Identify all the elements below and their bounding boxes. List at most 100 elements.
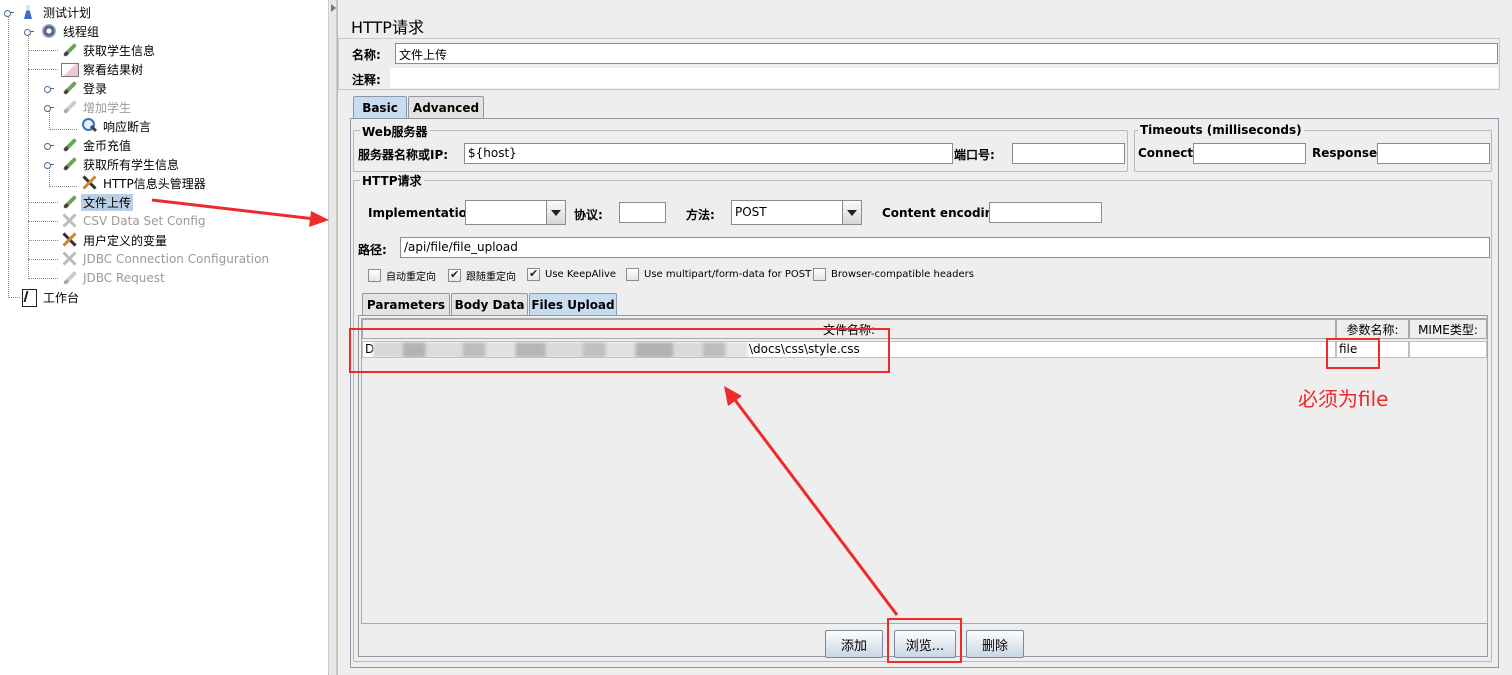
follow-redirect-checkbox[interactable]: 跟随重定向 bbox=[448, 268, 516, 283]
tab-files-upload[interactable]: Files Upload bbox=[529, 293, 617, 315]
tree-node-label: 线程组 bbox=[63, 24, 100, 39]
web-server-legend: Web服务器 bbox=[360, 123, 430, 140]
tree-connector bbox=[8, 297, 20, 298]
add-button[interactable]: 添加 bbox=[825, 630, 883, 658]
method-value: POST bbox=[735, 205, 767, 219]
path-label: 路径: bbox=[358, 243, 387, 257]
tree-node-label: 察看结果树 bbox=[83, 62, 144, 77]
name-input[interactable]: 文件上传 bbox=[395, 43, 1498, 64]
server-label: 服务器名称或IP: bbox=[358, 148, 449, 162]
pipette-icon bbox=[60, 79, 78, 97]
response-input[interactable] bbox=[1377, 143, 1490, 164]
expand-toggle-icon[interactable] bbox=[44, 160, 54, 169]
tree-node-label: 获取所有学生信息 bbox=[83, 157, 180, 172]
comment-label: 注释: bbox=[352, 73, 381, 87]
keepalive-checkbox[interactable]: Use KeepAlive bbox=[527, 267, 617, 281]
column-header-mime-type[interactable]: MIME类型: bbox=[1409, 319, 1487, 339]
content-encoding-input[interactable] bbox=[989, 202, 1102, 223]
tree-node-user-defined-variables[interactable]: 用户定义的变量 bbox=[60, 231, 169, 249]
implementation-label: Implementation: bbox=[368, 206, 481, 220]
tree-node-label: 用户定义的变量 bbox=[83, 233, 168, 248]
tab-body-data[interactable]: Body Data bbox=[451, 293, 528, 315]
tree-node-csv-data-set-config[interactable]: CSV Data Set Config bbox=[60, 212, 208, 230]
delete-button[interactable]: 删除 bbox=[966, 630, 1024, 658]
pipette-icon bbox=[60, 41, 78, 59]
method-select[interactable]: POST bbox=[731, 200, 862, 225]
tree-node-http-header-manager[interactable]: HTTP信息头管理器 bbox=[80, 174, 208, 192]
connect-input[interactable] bbox=[1193, 143, 1306, 164]
checkbox-box[interactable] bbox=[448, 268, 461, 282]
implementation-select[interactable] bbox=[465, 200, 566, 225]
tab-basic[interactable]: Basic bbox=[353, 96, 407, 118]
tree-node-response-assertion[interactable]: 响应断言 bbox=[80, 117, 153, 135]
tree-connector bbox=[28, 50, 58, 51]
content-encoding-label: Content encoding: bbox=[882, 206, 1007, 220]
tree-node-view-results-tree[interactable]: 察看结果树 bbox=[60, 60, 145, 78]
tree-node-label: HTTP信息头管理器 bbox=[103, 176, 206, 191]
mime-type-cell[interactable] bbox=[1409, 341, 1487, 358]
tree-node-thread-group[interactable]: 线程组 bbox=[40, 22, 101, 40]
checkbox-label: 自动重定向 bbox=[386, 272, 436, 283]
collapse-arrow-icon[interactable] bbox=[331, 4, 336, 12]
expand-toggle-icon[interactable] bbox=[44, 84, 54, 93]
dropdown-arrow-icon[interactable] bbox=[546, 201, 565, 224]
port-input[interactable] bbox=[1012, 143, 1125, 164]
expand-toggle-icon[interactable] bbox=[44, 103, 54, 112]
column-header-param-name[interactable]: 参数名称: bbox=[1336, 319, 1409, 339]
multipart-checkbox[interactable]: Use multipart/form-data for POST bbox=[626, 268, 811, 281]
tree-connector bbox=[28, 240, 58, 241]
annotation-note: 必须为file bbox=[1298, 387, 1389, 411]
gear-icon bbox=[40, 22, 58, 40]
tree-node-jdbc-connection-config[interactable]: JDBC Connection Configuration bbox=[60, 250, 271, 268]
comment-input[interactable] bbox=[390, 68, 1498, 88]
panel-title: HTTP请求 bbox=[351, 18, 424, 37]
checkbox-box[interactable] bbox=[527, 267, 540, 281]
tab-parameters[interactable]: Parameters bbox=[362, 293, 450, 315]
tree-connector bbox=[28, 221, 58, 222]
tree-node-add-student[interactable]: 增加学生 bbox=[60, 98, 133, 116]
wrench-icon bbox=[60, 212, 78, 230]
magnifier-icon bbox=[80, 117, 98, 135]
graph-icon bbox=[60, 60, 79, 78]
protocol-input[interactable] bbox=[619, 202, 666, 223]
pipette-icon bbox=[60, 155, 78, 173]
tree-node-label: 获取学生信息 bbox=[83, 43, 156, 58]
tree-connector bbox=[28, 202, 58, 203]
checkbox-box[interactable] bbox=[626, 268, 639, 281]
tree-node-workbench[interactable]: 工作台 bbox=[20, 288, 81, 307]
tree-node-label: 增加学生 bbox=[83, 100, 132, 115]
checkbox-box[interactable] bbox=[368, 269, 381, 282]
expand-toggle-icon[interactable] bbox=[44, 141, 54, 150]
tree-connector bbox=[49, 110, 50, 130]
checkbox-box[interactable] bbox=[813, 268, 826, 281]
tree-connector bbox=[28, 278, 58, 279]
book-icon bbox=[20, 288, 38, 307]
split-pane-divider[interactable] bbox=[328, 0, 337, 675]
expand-toggle-icon[interactable] bbox=[4, 8, 14, 17]
timeouts-legend: Timeouts (milliseconds) bbox=[1138, 123, 1304, 137]
path-input[interactable]: /api/file/file_upload bbox=[400, 237, 1490, 258]
server-input[interactable]: ${host} bbox=[464, 143, 953, 164]
tab-advanced[interactable]: Advanced bbox=[408, 96, 484, 118]
auto-redirect-checkbox[interactable]: 自动重定向 bbox=[368, 268, 436, 283]
tree-node-get-student[interactable]: 获取学生信息 bbox=[60, 41, 157, 59]
expand-toggle-icon[interactable] bbox=[24, 27, 34, 36]
tree-node-label: 登录 bbox=[83, 81, 108, 96]
tree-node-get-all-students[interactable]: 获取所有学生信息 bbox=[60, 155, 181, 173]
name-label: 名称: bbox=[352, 48, 381, 62]
highlight-browse-button bbox=[887, 618, 962, 663]
wrench-icon bbox=[60, 250, 78, 268]
tree-node-login[interactable]: 登录 bbox=[60, 79, 109, 97]
dropdown-arrow-icon[interactable] bbox=[842, 201, 861, 224]
browser-compatible-checkbox[interactable]: Browser-compatible headers bbox=[813, 268, 974, 281]
tree-connector bbox=[49, 186, 77, 187]
tree-node-file-upload[interactable]: 文件上传 bbox=[60, 193, 134, 211]
tree-node-jdbc-request[interactable]: JDBC Request bbox=[60, 269, 167, 287]
tree-node-coin-recharge[interactable]: 金币充值 bbox=[60, 136, 133, 154]
connect-label: Connect: bbox=[1138, 146, 1198, 160]
tree-connector bbox=[8, 14, 9, 298]
tree-node-label: JDBC Connection Configuration bbox=[83, 252, 270, 266]
tree-node-test-plan[interactable]: 测试计划 bbox=[20, 3, 93, 21]
checkbox-label: Use KeepAlive bbox=[545, 269, 617, 280]
tree-node-label: 响应断言 bbox=[103, 119, 152, 134]
